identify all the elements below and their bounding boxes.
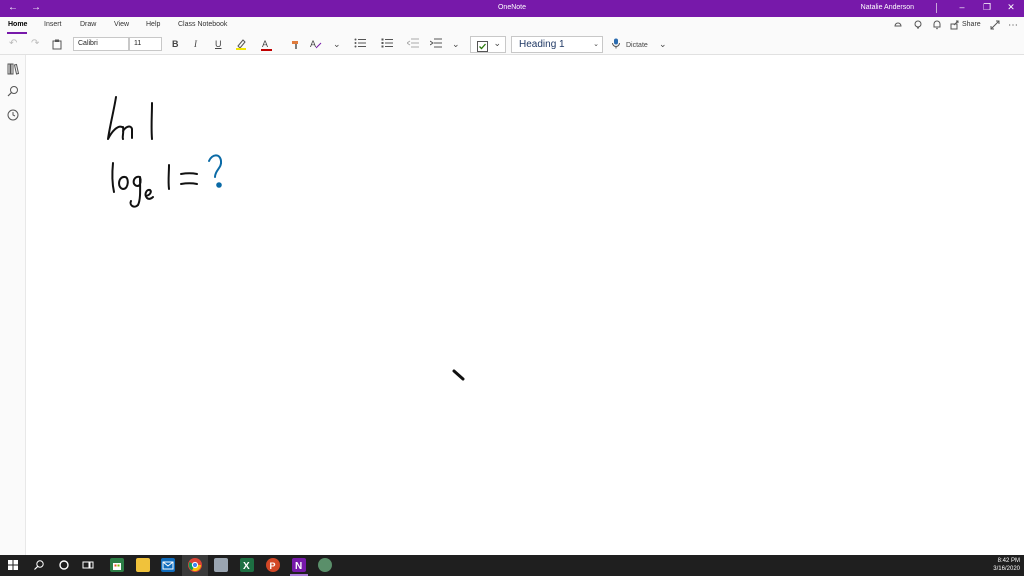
highlighter-icon[interactable] [235, 38, 247, 54]
mail-icon[interactable] [161, 558, 175, 572]
format-painter-icon[interactable] [290, 38, 302, 54]
svg-text:P: P [270, 561, 276, 571]
recent-icon[interactable] [6, 108, 20, 122]
numbered-list-icon[interactable] [381, 38, 393, 52]
ribbon-tabs: Home Insert Draw View Help Class Noteboo… [0, 17, 1024, 34]
todo-dropdown-caret: ⌄ [493, 38, 501, 49]
cortana-icon[interactable] [58, 558, 72, 572]
ink-question-mark [209, 155, 221, 186]
close-button[interactable]: ✕ [1001, 2, 1021, 13]
restore-button[interactable]: ❐ [977, 2, 997, 13]
user-name[interactable]: Natalie Anderson [861, 4, 914, 11]
tab-insert[interactable]: Insert [44, 21, 62, 28]
svg-text:A: A [310, 39, 316, 49]
browser-icon[interactable] [318, 558, 332, 572]
title-bar: ← → OneNote Natalie Anderson – ❐ ✕ [0, 0, 1024, 17]
svg-text:N: N [295, 561, 302, 572]
tab-help[interactable]: Help [146, 21, 160, 28]
ink-subscript-e [146, 190, 153, 199]
minimize-button[interactable]: – [952, 2, 972, 12]
task-view-icon[interactable] [82, 558, 96, 572]
tab-view[interactable]: View [114, 21, 129, 28]
heading-style-select[interactable]: Heading 1 ⌄ [511, 36, 603, 53]
text-format-dropdown[interactable]: ⌄ [333, 38, 341, 50]
font-color-swatch [261, 49, 272, 51]
dictate-dropdown[interactable]: ⌄ [659, 38, 667, 50]
clipboard-icon[interactable] [52, 39, 62, 54]
undo-button[interactable]: ↶ [9, 38, 17, 50]
navigation-sidebar [0, 55, 26, 555]
notebooks-icon[interactable] [6, 62, 20, 76]
microphone-icon[interactable] [612, 38, 620, 53]
powerpoint-icon[interactable]: P [266, 558, 280, 572]
bullet-list-icon[interactable] [354, 38, 366, 52]
windows-taskbar: X P N 8:42 PM 3/16/2020 [0, 555, 1024, 576]
ink-log-e-1 [112, 163, 197, 207]
fullscreen-icon[interactable] [990, 20, 1000, 32]
ink-stray-mark [454, 371, 463, 379]
heading-style-label: Heading 1 [519, 39, 565, 50]
dictate-button[interactable]: Dictate [626, 40, 648, 52]
svg-text:X: X [243, 561, 250, 572]
lightbulb-icon[interactable] [913, 20, 923, 32]
notification-bell-icon[interactable] [932, 20, 942, 32]
title-divider [936, 3, 937, 13]
ribbon-toolbar: ↶ ↷ Calibri 11 B I U A A ⌄ ⌄ ⌄ Heading 1… [0, 34, 1024, 55]
tab-home[interactable]: Home [8, 21, 27, 28]
chevron-down-icon: ⌄ [593, 37, 599, 52]
ink-letter-l2 [112, 163, 114, 192]
more-options-button[interactable]: ⋯ [1008, 20, 1018, 31]
search-icon[interactable] [6, 84, 20, 98]
ink-letter-n [123, 127, 132, 139]
system-clock[interactable]: 8:42 PM 3/16/2020 [993, 557, 1020, 573]
taskbar-search-icon[interactable] [33, 558, 47, 572]
clock-time: 8:42 PM [993, 557, 1020, 565]
note-canvas[interactable] [26, 55, 1024, 555]
store-icon[interactable] [110, 558, 124, 572]
font-size-field[interactable]: 11 [129, 37, 162, 51]
tab-class-notebook[interactable]: Class Notebook [178, 21, 227, 28]
onenote-icon[interactable]: N [292, 558, 306, 572]
paragraph-format-dropdown[interactable]: ⌄ [452, 38, 460, 50]
ink-letter-o [119, 177, 128, 189]
font-name-field[interactable]: Calibri [73, 37, 129, 51]
app-icon[interactable] [214, 558, 228, 572]
clock-date: 3/16/2020 [993, 565, 1020, 573]
tab-draw[interactable]: Draw [80, 21, 96, 28]
ink-layer [26, 55, 1024, 555]
share-icon[interactable] [950, 20, 960, 32]
ink-equals [181, 173, 197, 184]
italic-button[interactable]: I [194, 38, 197, 50]
ink-ln-1 [108, 97, 152, 139]
excel-icon[interactable]: X [240, 558, 254, 572]
windows-start-icon[interactable] [7, 558, 21, 572]
decrease-indent-icon[interactable] [407, 38, 419, 52]
ink-letter-g [131, 177, 141, 207]
bold-button[interactable]: B [172, 38, 179, 50]
todo-tag-picker[interactable]: ⌄ [470, 36, 506, 53]
clear-formatting-icon[interactable]: A [310, 38, 322, 54]
underline-button[interactable]: U [215, 38, 222, 50]
redo-button[interactable]: ↷ [31, 38, 39, 50]
increase-indent-icon[interactable] [430, 38, 442, 52]
file-explorer-icon[interactable] [136, 558, 150, 572]
ink-letter-l [108, 97, 122, 139]
share-button[interactable]: Share [962, 21, 981, 28]
sync-status-icon[interactable] [893, 20, 903, 32]
chrome-icon[interactable] [188, 558, 202, 572]
